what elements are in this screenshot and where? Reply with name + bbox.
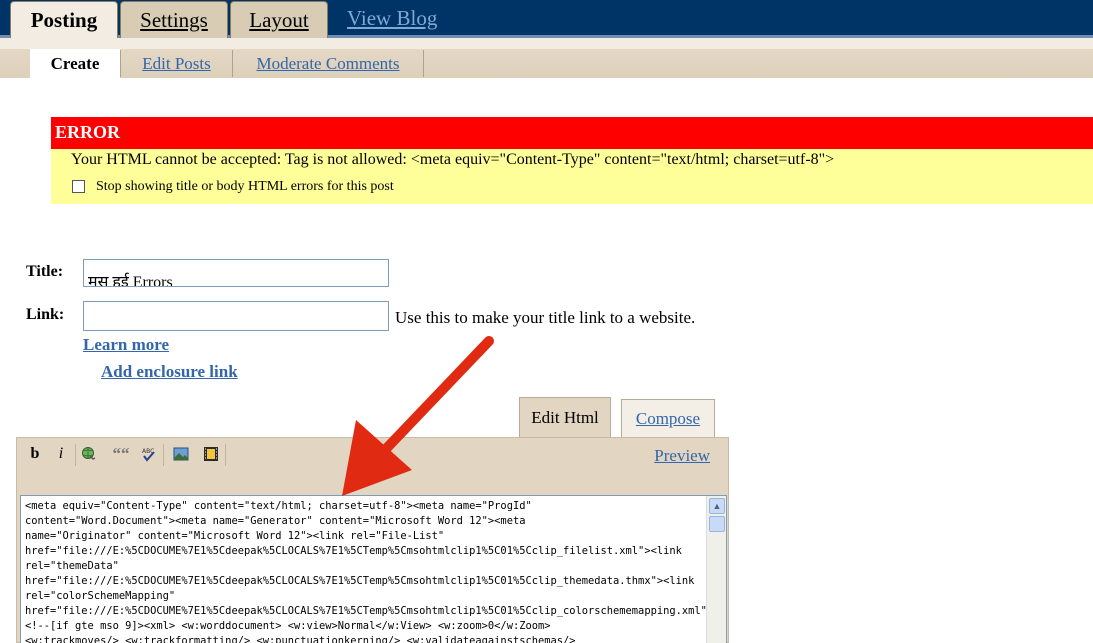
code-line: href="file:///E:%5CDOCUME%7E1%5Cdeepak%5… bbox=[25, 545, 682, 557]
tab-settings-label: Settings bbox=[140, 7, 208, 32]
subtab-divider bbox=[423, 50, 424, 77]
tab-layout-label: Layout bbox=[249, 7, 309, 32]
tab-edit-html-label: Edit Html bbox=[531, 407, 599, 427]
scroll-thumb[interactable] bbox=[709, 516, 725, 532]
tab-layout[interactable]: Layout bbox=[230, 1, 328, 38]
blockquote-button[interactable]: ““ bbox=[113, 444, 130, 463]
tab-compose[interactable]: Compose bbox=[621, 399, 715, 437]
subtab-create-label: Create bbox=[50, 53, 100, 73]
toolbar-divider bbox=[225, 444, 226, 466]
video-icon[interactable] bbox=[203, 446, 219, 462]
code-line: content="Word.Document"><meta name="Gene… bbox=[25, 515, 526, 527]
toolbar-divider bbox=[75, 444, 76, 466]
code-line: href="file:///E:%5CDOCUME%7E1%5Cdeepak%5… bbox=[25, 575, 695, 587]
code-line: href="file:///E:%5CDOCUME%7E1%5Cdeepak%5… bbox=[25, 605, 707, 617]
error-body: Your HTML cannot be accepted: Tag is not… bbox=[51, 149, 1093, 204]
error-message: Your HTML cannot be accepted: Tag is not… bbox=[71, 151, 835, 168]
tab-edit-html[interactable]: Edit Html bbox=[519, 397, 611, 437]
image-icon[interactable] bbox=[173, 446, 189, 462]
subtab-edit-posts[interactable]: Edit Posts bbox=[121, 49, 232, 78]
title-label: Title: bbox=[26, 263, 64, 280]
globe-link-icon[interactable] bbox=[81, 446, 97, 462]
tab-settings[interactable]: Settings bbox=[120, 1, 228, 38]
vertical-scrollbar[interactable]: ▲ bbox=[706, 496, 726, 643]
view-blog-link[interactable]: View Blog bbox=[347, 6, 437, 31]
title-input-value: मस हुई Errors bbox=[88, 274, 173, 287]
code-line: <!--[if gte mso 9]><xml> <w:worddocument… bbox=[25, 620, 551, 632]
learn-more-link[interactable]: Learn more bbox=[83, 335, 169, 355]
post-editor: b i ““ ABC Preview <meta equiv="Content-… bbox=[16, 437, 729, 643]
html-textarea[interactable]: <meta equiv="Content-Type" content="text… bbox=[20, 495, 727, 643]
preview-link[interactable]: Preview bbox=[654, 446, 710, 466]
code-line: <w:trackmoves/> <w:trackformatting/> <w:… bbox=[25, 635, 576, 643]
spellcheck-icon[interactable]: ABC bbox=[141, 446, 157, 462]
tab-posting-label: Posting bbox=[30, 7, 98, 32]
subtab-moderate-comments[interactable]: Moderate Comments bbox=[233, 49, 423, 78]
subtab-moderate-comments-link[interactable]: Moderate Comments bbox=[256, 54, 399, 74]
error-heading: ERROR bbox=[51, 117, 1093, 149]
subtab-edit-posts-link[interactable]: Edit Posts bbox=[142, 54, 211, 74]
html-source: <meta equiv="Content-Type" content="text… bbox=[25, 499, 707, 643]
italic-button[interactable]: i bbox=[53, 445, 69, 462]
add-enclosure-link[interactable]: Add enclosure link bbox=[101, 362, 238, 382]
link-hint: Use this to make your title link to a we… bbox=[395, 308, 696, 327]
toolbar-divider bbox=[163, 444, 164, 466]
scroll-up-arrow-icon[interactable]: ▲ bbox=[709, 498, 725, 514]
subtab-create[interactable]: Create bbox=[30, 49, 120, 78]
stop-errors-label: Stop showing title or body HTML errors f… bbox=[96, 179, 394, 194]
code-line: <meta equiv="Content-Type" content="text… bbox=[25, 500, 532, 512]
link-label: Link: bbox=[26, 306, 65, 323]
code-line: name="Originator" content="Microsoft Wor… bbox=[25, 530, 445, 542]
code-line: rel="themeData" bbox=[25, 560, 119, 572]
tab-posting[interactable]: Posting bbox=[10, 1, 118, 38]
stop-errors-checkbox[interactable] bbox=[72, 180, 85, 193]
tab-compose-label: Compose bbox=[635, 408, 701, 428]
title-input[interactable]: मस हुई Errors bbox=[83, 259, 389, 287]
bold-button[interactable]: b bbox=[27, 445, 43, 462]
code-line: rel="colorSchemeMapping" bbox=[25, 590, 176, 602]
link-input[interactable] bbox=[83, 301, 389, 331]
